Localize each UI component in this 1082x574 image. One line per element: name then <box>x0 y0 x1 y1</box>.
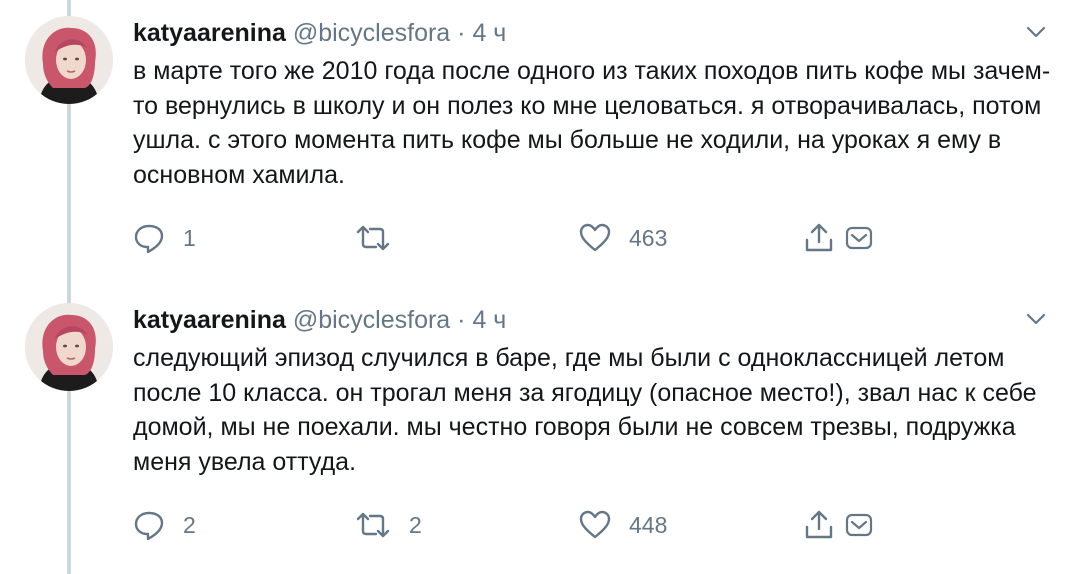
tweet-text: в марте того же 2010 года после одного и… <box>133 57 1051 189</box>
tweet-actions: 2 2 448 <box>133 505 893 545</box>
avatar-image <box>25 303 113 391</box>
like-button[interactable]: 448 <box>579 505 667 545</box>
retweet-icon <box>356 225 390 251</box>
share-icon <box>805 510 833 539</box>
heart-icon <box>579 223 611 252</box>
share-icon <box>805 223 833 252</box>
retweet-icon <box>356 512 390 538</box>
tweet-text: следующий эпизод случился в баре, где мы… <box>133 344 1037 476</box>
tweet-header: katyaarenina @bicyclesfora · 4 ч <box>133 303 506 337</box>
direct-message-icon <box>845 513 873 537</box>
author-handle[interactable]: @bicyclesfora <box>293 306 450 334</box>
tweet[interactable]: katyaarenina @bicyclesfora · 4 ч в марте… <box>0 0 1082 287</box>
separator-dot: · <box>457 19 466 47</box>
timestamp[interactable]: 4 ч <box>472 19 506 47</box>
timestamp[interactable]: 4 ч <box>472 306 506 334</box>
reply-icon <box>134 224 164 254</box>
separator-dot: · <box>457 306 466 334</box>
like-button[interactable]: 463 <box>579 218 667 258</box>
share-button[interactable] <box>803 218 835 258</box>
like-count: 448 <box>629 512 668 538</box>
reply-count: 2 <box>183 512 196 538</box>
reply-button[interactable]: 2 <box>133 505 196 545</box>
avatar[interactable] <box>25 303 113 391</box>
tweet-actions: 1 463 <box>133 218 893 258</box>
author-handle[interactable]: @bicyclesfora <box>293 19 450 47</box>
reply-button[interactable]: 1 <box>133 218 196 258</box>
reply-count: 1 <box>183 225 196 251</box>
retweet-button[interactable]: 2 <box>355 505 422 545</box>
heart-icon <box>579 510 611 539</box>
chevron-down-icon[interactable] <box>1024 22 1048 42</box>
reply-icon <box>134 511 164 541</box>
direct-message-button[interactable] <box>845 505 873 545</box>
avatar[interactable] <box>25 16 113 104</box>
author-name[interactable]: katyaarenina <box>133 19 286 47</box>
like-count: 463 <box>629 225 668 251</box>
tweet-header: katyaarenina @bicyclesfora · 4 ч <box>133 16 506 50</box>
avatar-image <box>25 16 113 104</box>
retweet-count: 2 <box>409 512 422 538</box>
tweet[interactable]: katyaarenina @bicyclesfora · 4 ч следующ… <box>0 287 1082 574</box>
share-button[interactable] <box>803 505 835 545</box>
author-name[interactable]: katyaarenina <box>133 306 286 334</box>
retweet-button[interactable] <box>355 218 409 258</box>
direct-message-button[interactable] <box>845 218 873 258</box>
chevron-down-icon[interactable] <box>1024 309 1048 329</box>
direct-message-icon <box>845 226 873 250</box>
